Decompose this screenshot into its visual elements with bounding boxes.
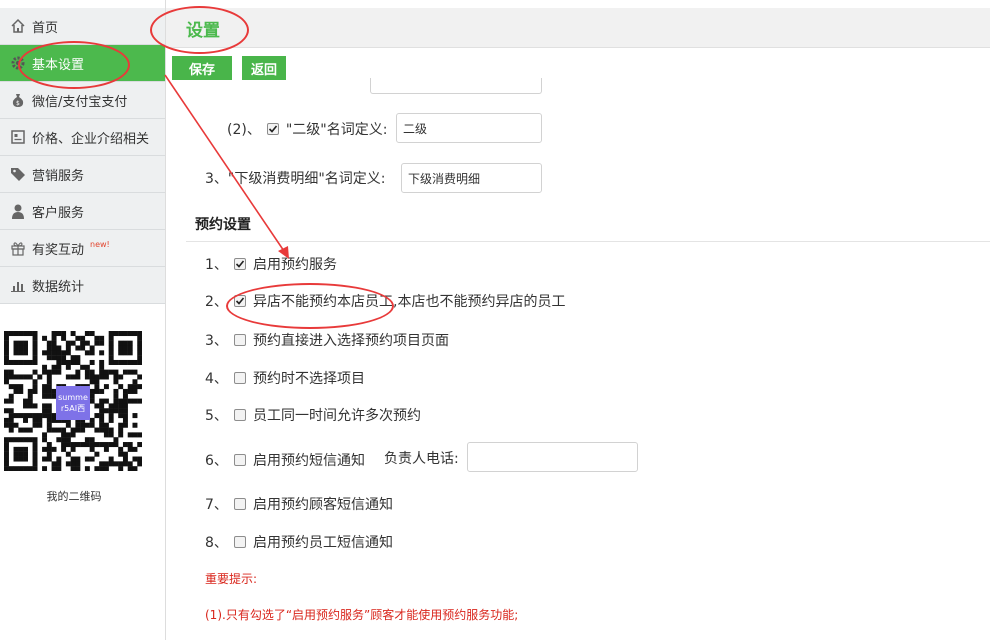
phone-label: 负责人电话: xyxy=(384,451,459,467)
detail-name-input[interactable]: 下级消费明细 xyxy=(401,163,542,193)
booking-option-3: 3、 预约直接进入选择预约项目页面 xyxy=(205,330,449,350)
new-badge: new! xyxy=(90,239,110,249)
sidebar-item-label: 数据统计 xyxy=(32,279,85,295)
gear-icon xyxy=(9,54,27,72)
sidebar-item-label: 客户服务 xyxy=(32,205,85,221)
option-label: 异店不能预约本店员工,本店也不能预约异店的员工 xyxy=(253,294,566,310)
qr-caption: 我的二维码 xyxy=(46,490,102,503)
sidebar-item-rewards[interactable]: 有奖互动 new! xyxy=(0,230,165,267)
home-icon xyxy=(9,17,27,35)
booking-option-2: 2、 异店不能预约本店员工,本店也不能预约异店的员工 xyxy=(205,291,565,311)
sidebar-item-statistics[interactable]: 数据统计 xyxy=(0,267,165,304)
option-checkbox[interactable] xyxy=(234,498,246,510)
detail-row: 3、"下级消费明细"名词定义: xyxy=(205,168,386,188)
sidebar-item-pricing[interactable]: 价格、企业介绍相关 xyxy=(0,119,165,156)
option-number: 7、 xyxy=(205,497,228,513)
notes-title: 重要提示: xyxy=(205,572,258,586)
level2-name-input[interactable]: 二级 xyxy=(396,113,542,143)
svg-text:$: $ xyxy=(16,100,20,107)
option-checkbox[interactable] xyxy=(234,295,246,307)
option-label: 启用预约顾客短信通知 xyxy=(253,497,393,513)
option-checkbox[interactable] xyxy=(234,258,246,270)
section-divider xyxy=(186,241,990,242)
option-number: 8、 xyxy=(205,535,228,551)
option-number: 3、 xyxy=(205,333,228,349)
save-button[interactable]: 保存 xyxy=(172,56,232,80)
option-number: 1、 xyxy=(205,257,228,273)
sidebar-item-label: 微信/支付宝支付 xyxy=(32,94,128,110)
notes-line-1: (1).只有勾选了“启用预约服务”顾客才能使用预约服务功能; xyxy=(205,608,519,622)
qr-code: summe r5AI西 xyxy=(4,331,143,472)
sidebar-item-basic-settings[interactable]: 基本设置 xyxy=(0,45,165,82)
sidebar-item-label: 价格、企业介绍相关 xyxy=(32,131,150,147)
level2-label: "二级"名词定义: xyxy=(285,122,388,138)
option-checkbox[interactable] xyxy=(234,372,246,384)
phone-input[interactable] xyxy=(467,442,638,472)
sidebar-item-customer-service[interactable]: 客户服务 xyxy=(0,193,165,230)
booking-option-7: 7、 启用预约顾客短信通知 xyxy=(205,494,393,514)
option-number: 5、 xyxy=(205,408,228,424)
level2-row: (2)、 "二级"名词定义: xyxy=(227,119,387,139)
back-button[interactable]: 返回 xyxy=(242,56,286,80)
document-icon xyxy=(9,128,27,146)
booking-option-1: 1、 启用预约服务 xyxy=(205,254,337,274)
sidebar-item-label: 首页 xyxy=(32,20,59,36)
option-label: 启用预约短信通知 xyxy=(253,453,365,469)
sidebar-item-home[interactable]: 首页 xyxy=(0,8,165,45)
option-label: 预约直接进入选择预约项目页面 xyxy=(253,333,449,349)
booking-option-6: 6、 启用预约短信通知 xyxy=(205,450,365,470)
level2-prefix: (2)、 xyxy=(227,122,261,138)
option-checkbox[interactable] xyxy=(234,409,246,421)
qr-center-label: summe r5AI西 xyxy=(56,386,90,420)
sidebar-item-payment[interactable]: $ 微信/支付宝支付 xyxy=(0,82,165,119)
cutoff-input[interactable] xyxy=(370,78,542,94)
sidebar-item-label: 有奖互动 xyxy=(32,242,85,258)
page-header: 设置 xyxy=(166,8,990,48)
person-icon xyxy=(9,202,27,220)
option-label: 员工同一时间允许多次预约 xyxy=(253,408,421,424)
option-number: 2、 xyxy=(205,294,228,310)
sidebar: 首页 基本设置 $ 微信/支付宝支付 价格、企业介绍相关 营销服务 客户服务 有… xyxy=(0,0,166,640)
gift-icon xyxy=(9,239,27,257)
option-label: 预约时不选择项目 xyxy=(253,371,365,387)
option-number: 4、 xyxy=(205,371,228,387)
tag-icon xyxy=(9,165,27,183)
detail-label: 3、"下级消费明细"名词定义: xyxy=(205,171,386,187)
sidebar-item-marketing[interactable]: 营销服务 xyxy=(0,156,165,193)
money-bag-icon: $ xyxy=(9,91,27,109)
booking-option-5: 5、 员工同一时间允许多次预约 xyxy=(205,405,421,425)
option-checkbox[interactable] xyxy=(234,454,246,466)
booking-section-title: 预约设置 xyxy=(195,217,251,233)
booking-option-8: 8、 启用预约员工短信通知 xyxy=(205,532,393,552)
level2-checkbox[interactable] xyxy=(266,123,279,135)
option-label: 启用预约服务 xyxy=(253,257,337,273)
option-number: 6、 xyxy=(205,453,228,469)
sidebar-item-label: 营销服务 xyxy=(32,168,85,184)
option-checkbox[interactable] xyxy=(234,536,246,548)
page-title: 设置 xyxy=(186,21,220,41)
booking-option-4: 4、 预约时不选择项目 xyxy=(205,368,365,388)
sidebar-item-label: 基本设置 xyxy=(32,57,85,73)
bar-chart-icon xyxy=(9,276,27,294)
option-label: 启用预约员工短信通知 xyxy=(253,535,393,551)
option-checkbox[interactable] xyxy=(234,334,246,346)
